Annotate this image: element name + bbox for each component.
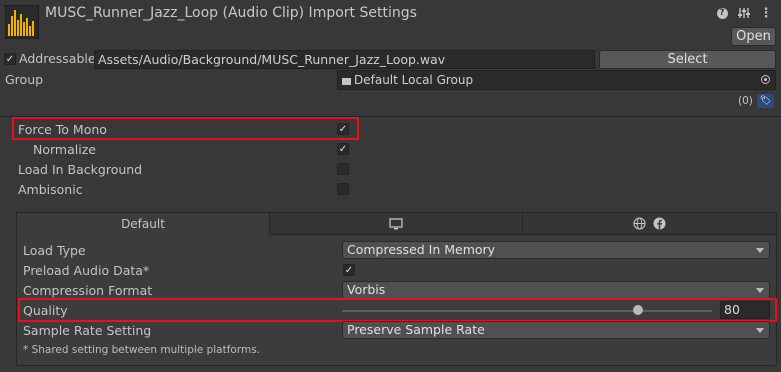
folder-icon — [342, 78, 351, 85]
load-in-background-label: Load In Background — [18, 162, 143, 177]
preset-icon[interactable] — [737, 6, 751, 20]
tab-webgl[interactable] — [522, 212, 777, 235]
load-type-label: Load Type — [23, 243, 86, 258]
facebook-icon — [653, 217, 666, 230]
addressable-path-field[interactable]: Assets/Audio/Background/MUSC_Runner_Jazz… — [94, 50, 595, 69]
audio-clip-thumbnail — [5, 5, 39, 39]
tab-standalone[interactable] — [269, 212, 523, 235]
quality-label: Quality — [23, 303, 68, 318]
compression-format-value: Vorbis — [347, 282, 386, 297]
group-label: Group — [5, 72, 44, 87]
quality-slider-track[interactable] — [342, 310, 712, 312]
header-icons: ? ⋮ — [715, 6, 773, 21]
chevron-down-icon — [756, 248, 764, 253]
globe-icon — [633, 217, 646, 230]
load-type-value: Compressed In Memory — [347, 242, 496, 257]
chevron-down-icon — [756, 288, 764, 293]
sample-rate-setting-dropdown[interactable]: Preserve Sample Rate — [342, 321, 770, 339]
load-in-background-checkbox[interactable] — [337, 163, 349, 175]
kebab-menu-icon[interactable]: ⋮ — [759, 6, 773, 21]
quality-slider-knob[interactable] — [633, 305, 643, 315]
force-to-mono-label: Force To Mono — [18, 122, 107, 137]
sample-rate-setting-label: Sample Rate Setting — [23, 323, 152, 338]
tab-default[interactable]: Default — [16, 212, 270, 235]
addressable-label: Addressable — [19, 51, 96, 66]
monitor-icon — [389, 218, 403, 230]
addressable-checkbox[interactable]: ✓ — [4, 53, 16, 65]
chevron-down-icon — [756, 328, 764, 333]
preload-audio-data-label: Preload Audio Data* — [23, 263, 150, 278]
force-to-mono-checkbox[interactable]: ✓ — [337, 123, 349, 135]
quality-value-field[interactable]: 80 — [720, 301, 770, 319]
compression-format-dropdown[interactable]: Vorbis — [342, 281, 770, 299]
open-button[interactable]: Open — [731, 27, 776, 46]
normalize-checkbox[interactable]: ✓ — [337, 143, 349, 155]
ambisonic-label: Ambisonic — [18, 182, 83, 197]
group-field[interactable]: Default Local Group — [337, 70, 776, 90]
object-picker-icon[interactable] — [761, 75, 770, 84]
load-type-dropdown[interactable]: Compressed In Memory — [342, 241, 770, 259]
select-button[interactable]: Select — [599, 50, 776, 69]
normalize-label: Normalize — [33, 142, 96, 157]
group-value: Default Local Group — [354, 73, 474, 87]
inspector-title: MUSC_Runner_Jazz_Loop (Audio Clip) Impor… — [45, 5, 417, 21]
compression-format-label: Compression Format — [23, 283, 153, 298]
help-icon[interactable]: ? — [715, 6, 729, 20]
label-tag-icon[interactable]: 🏷 — [757, 94, 774, 108]
sample-rate-setting-value: Preserve Sample Rate — [347, 322, 485, 337]
labels-count: (0) — [738, 95, 753, 107]
ambisonic-checkbox[interactable] — [337, 183, 349, 195]
shared-setting-footnote: * Shared setting between multiple platfo… — [23, 344, 261, 356]
preload-audio-data-checkbox[interactable]: ✓ — [343, 264, 355, 276]
